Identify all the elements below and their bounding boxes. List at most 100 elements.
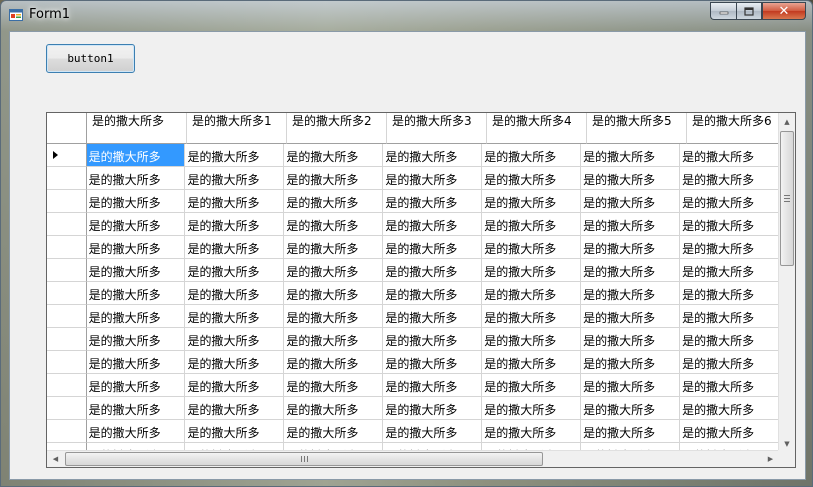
grid-cell[interactable]: 是的撒大所多 [581, 144, 681, 167]
table-row[interactable]: 是的撒大所多是的撒大所多是的撒大所多是的撒大所多是的撒大所多是的撒大所多是的撒大… [47, 420, 779, 443]
grid-cell[interactable]: 是的撒大所多 [383, 282, 483, 305]
grid-cell[interactable]: 是的撒大所多 [680, 351, 779, 374]
grid-cell[interactable]: 是的撒大所多 [284, 305, 384, 328]
grid-cell[interactable]: 是的撒大所多 [284, 213, 384, 236]
grid-cell[interactable]: 是的撒大所多 [86, 259, 186, 282]
grid-cell[interactable]: 是的撒大所多 [284, 259, 384, 282]
grid-cell[interactable]: 是的撒大所多 [482, 351, 582, 374]
button1[interactable]: button1 [46, 44, 135, 73]
column-header[interactable]: 是的撒大所多 [87, 113, 187, 144]
grid-cell[interactable]: 是的撒大所多 [581, 420, 681, 443]
grid-cell[interactable]: 是的撒大所多 [383, 213, 483, 236]
row-header[interactable] [47, 351, 87, 374]
row-header[interactable] [47, 144, 87, 167]
table-row[interactable]: 是的撒大所多是的撒大所多是的撒大所多是的撒大所多是的撒大所多是的撒大所多是的撒大… [47, 282, 779, 305]
grid-cell[interactable]: 是的撒大所多 [383, 236, 483, 259]
top-left-header-cell[interactable] [47, 113, 87, 144]
vertical-scroll-thumb[interactable] [780, 131, 794, 266]
grid-cell[interactable]: 是的撒大所多 [680, 190, 779, 213]
grid-cell[interactable]: 是的撒大所多 [482, 374, 582, 397]
table-row[interactable]: 是的撒大所多是的撒大所多是的撒大所多是的撒大所多是的撒大所多是的撒大所多是的撒大… [47, 236, 779, 259]
column-header[interactable]: 是的撒大所多6 [687, 113, 787, 144]
grid-cell[interactable]: 是的撒大所多 [680, 328, 779, 351]
table-row[interactable]: 是的撒大所多是的撒大所多是的撒大所多是的撒大所多是的撒大所多是的撒大所多是的撒大… [47, 213, 779, 236]
grid-cell[interactable]: 是的撒大所多 [185, 213, 285, 236]
grid-cell[interactable]: 是的撒大所多 [284, 190, 384, 213]
grid-cell[interactable]: 是的撒大所多 [185, 351, 285, 374]
scroll-right-icon[interactable]: ▶ [762, 451, 779, 467]
grid-cell[interactable]: 是的撒大所多 [185, 305, 285, 328]
grid-cell[interactable]: 是的撒大所多 [86, 282, 186, 305]
column-header[interactable]: 是的撒大所多1 [187, 113, 287, 144]
grid-cell[interactable]: 是的撒大所多 [86, 190, 186, 213]
row-header[interactable] [47, 236, 87, 259]
table-row[interactable]: 是的撒大所多是的撒大所多是的撒大所多是的撒大所多是的撒大所多是的撒大所多是的撒大… [47, 351, 779, 374]
grid-cell[interactable]: 是的撒大所多 [284, 236, 384, 259]
grid-cell[interactable]: 是的撒大所多 [383, 259, 483, 282]
grid-cell[interactable]: 是的撒大所多 [482, 167, 582, 190]
grid-cell[interactable]: 是的撒大所多 [581, 167, 681, 190]
table-row[interactable]: 是的撒大所多是的撒大所多是的撒大所多是的撒大所多是的撒大所多是的撒大所多是的撒大… [47, 190, 779, 213]
grid-cell[interactable]: 是的撒大所多 [86, 305, 186, 328]
grid-cell[interactable]: 是的撒大所多 [284, 144, 384, 167]
grid-cell[interactable]: 是的撒大所多 [680, 213, 779, 236]
grid-cell[interactable]: 是的撒大所多 [284, 351, 384, 374]
grid-cell[interactable]: 是的撒大所多 [581, 282, 681, 305]
table-row[interactable]: 是的撒大所多是的撒大所多是的撒大所多是的撒大所多是的撒大所多是的撒大所多是的撒大… [47, 144, 779, 167]
grid-cell[interactable]: 是的撒大所多 [482, 144, 582, 167]
grid-cell[interactable]: 是的撒大所多 [581, 305, 681, 328]
row-header[interactable] [47, 213, 87, 236]
grid-cell[interactable]: 是的撒大所多 [581, 328, 681, 351]
grid-cell[interactable]: 是的撒大所多 [680, 374, 779, 397]
grid-cell[interactable]: 是的撒大所多 [680, 420, 779, 443]
row-header[interactable] [47, 259, 87, 282]
grid-cell[interactable]: 是的撒大所多 [86, 374, 186, 397]
grid-cell[interactable]: 是的撒大所多 [482, 213, 582, 236]
grid-cell[interactable]: 是的撒大所多 [383, 190, 483, 213]
column-header[interactable]: 是的撒大所多2 [287, 113, 387, 144]
grid-cell[interactable]: 是的撒大所多 [680, 236, 779, 259]
grid-cell[interactable]: 是的撒大所多 [284, 328, 384, 351]
column-header[interactable]: 是的撒大所多3 [387, 113, 487, 144]
close-button[interactable]: ✕ [762, 2, 806, 20]
row-header[interactable] [47, 328, 87, 351]
row-header[interactable] [47, 397, 87, 420]
grid-cell[interactable]: 是的撒大所多 [383, 397, 483, 420]
grid-cell[interactable]: 是的撒大所多 [185, 420, 285, 443]
grid-cell[interactable]: 是的撒大所多 [383, 144, 483, 167]
table-row[interactable]: 是的撒大所多是的撒大所多是的撒大所多是的撒大所多是的撒大所多是的撒大所多是的撒大… [47, 167, 779, 190]
grid-cell[interactable]: 是的撒大所多 [86, 167, 186, 190]
minimize-button[interactable] [710, 2, 736, 20]
grid-cell[interactable]: 是的撒大所多 [86, 144, 186, 167]
grid-cell[interactable]: 是的撒大所多 [185, 236, 285, 259]
row-header[interactable] [47, 190, 87, 213]
row-header[interactable] [47, 420, 87, 443]
column-header[interactable]: 是的撒大所多5 [587, 113, 687, 144]
grid-cell[interactable]: 是的撒大所多 [482, 305, 582, 328]
grid-cell[interactable]: 是的撒大所多 [86, 236, 186, 259]
horizontal-scrollbar[interactable]: ◀ ▶ [47, 450, 779, 467]
grid-cell[interactable]: 是的撒大所多 [185, 167, 285, 190]
table-row[interactable]: 是的撒大所多是的撒大所多是的撒大所多是的撒大所多是的撒大所多是的撒大所多是的撒大… [47, 397, 779, 420]
grid-cell[interactable]: 是的撒大所多 [185, 190, 285, 213]
grid-cell[interactable]: 是的撒大所多 [185, 328, 285, 351]
scroll-up-icon[interactable]: ▲ [779, 113, 795, 130]
grid-cell[interactable]: 是的撒大所多 [482, 236, 582, 259]
grid-cell[interactable]: 是的撒大所多 [185, 144, 285, 167]
horizontal-scroll-thumb[interactable] [65, 452, 543, 466]
grid-cell[interactable]: 是的撒大所多 [680, 282, 779, 305]
row-header[interactable] [47, 305, 87, 328]
grid-cell[interactable]: 是的撒大所多 [185, 259, 285, 282]
grid-cell[interactable]: 是的撒大所多 [581, 397, 681, 420]
grid-cell[interactable]: 是的撒大所多 [482, 190, 582, 213]
grid-cell[interactable]: 是的撒大所多 [482, 328, 582, 351]
column-header[interactable]: 是的撒大所多4 [487, 113, 587, 144]
grid-cell[interactable]: 是的撒大所多 [383, 328, 483, 351]
row-header[interactable] [47, 167, 87, 190]
grid-cell[interactable]: 是的撒大所多 [86, 328, 186, 351]
table-row[interactable]: 是的撒大所多是的撒大所多是的撒大所多是的撒大所多是的撒大所多是的撒大所多是的撒大… [47, 259, 779, 282]
grid-cell[interactable]: 是的撒大所多 [284, 167, 384, 190]
grid-cell[interactable]: 是的撒大所多 [581, 374, 681, 397]
grid-cell[interactable]: 是的撒大所多 [284, 282, 384, 305]
grid-cell[interactable]: 是的撒大所多 [86, 213, 186, 236]
